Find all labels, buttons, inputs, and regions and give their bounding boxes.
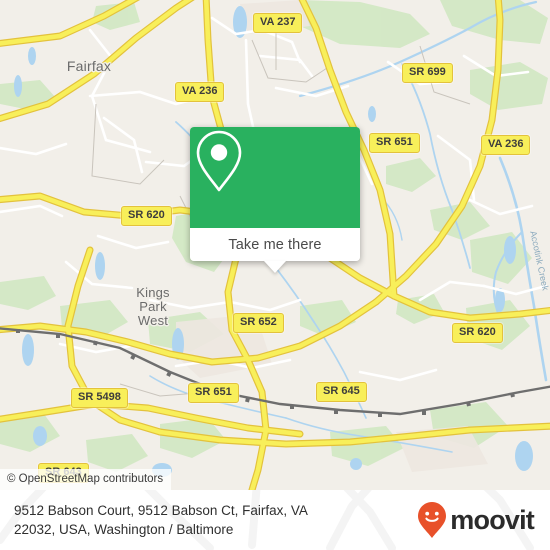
- moovit-logo[interactable]: moovit: [417, 501, 535, 539]
- footer-bar: 9512 Babson Court, 9512 Babson Ct, Fairf…: [0, 490, 550, 550]
- moovit-pin-smiley-icon: [418, 502, 447, 538]
- map-pin-icon: [196, 130, 242, 192]
- osm-attribution[interactable]: © OpenStreetMap contributors: [0, 469, 172, 490]
- popup-header: [190, 127, 360, 228]
- moovit-map-screen: Fairfax Kings Park West Accotink Creek V…: [0, 0, 550, 550]
- footer-content: 9512 Babson Court, 9512 Babson Ct, Fairf…: [0, 490, 550, 550]
- address-text: 9512 Babson Court, 9512 Babson Ct, Fairf…: [14, 501, 308, 539]
- road-shield-sr-5498[interactable]: SR 5498: [71, 388, 128, 408]
- map-canvas[interactable]: Fairfax Kings Park West Accotink Creek V…: [0, 0, 550, 490]
- popup-cta-bar[interactable]: Take me there: [190, 228, 360, 261]
- take-me-there-label: Take me there: [228, 236, 322, 253]
- moovit-wordmark: moovit: [450, 504, 535, 535]
- road-shield-sr-651-south[interactable]: SR 651: [188, 383, 239, 403]
- road-shield-va-236-east[interactable]: VA 236: [481, 135, 531, 155]
- road-shield-va-237[interactable]: VA 237: [253, 13, 303, 33]
- popup-pointer-tail: [264, 261, 286, 273]
- road-shield-sr-651-north[interactable]: SR 651: [369, 133, 420, 153]
- road-shield-sr-620-east[interactable]: SR 620: [452, 323, 503, 343]
- road-shield-sr-652[interactable]: SR 652: [233, 313, 284, 333]
- address-line-1: 9512 Babson Court, 9512 Babson Ct, Fairf…: [14, 503, 308, 518]
- address-line-2: 22032, USA, Washington / Baltimore: [14, 522, 234, 537]
- road-shield-sr-699[interactable]: SR 699: [402, 63, 453, 83]
- road-shield-sr-620-west[interactable]: SR 620: [121, 206, 172, 226]
- road-shield-va-236-north[interactable]: VA 236: [175, 82, 225, 102]
- road-shield-sr-645[interactable]: SR 645: [316, 382, 367, 402]
- take-me-there-popup[interactable]: Take me there: [190, 127, 360, 273]
